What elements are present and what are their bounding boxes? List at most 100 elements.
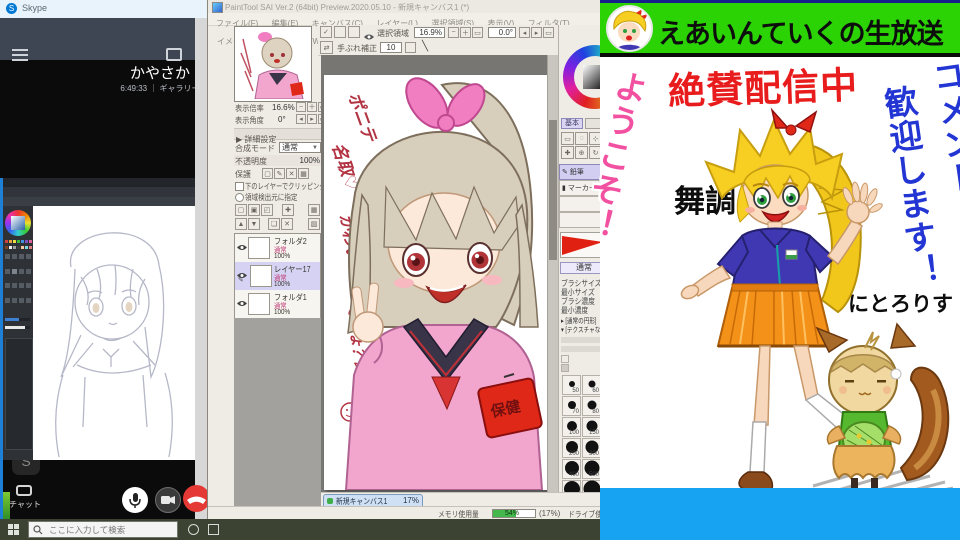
search-input[interactable] (47, 523, 171, 536)
taskbar-search[interactable] (28, 521, 178, 538)
brush-size-cell[interactable]: 60 (582, 375, 601, 395)
mic-icon (129, 493, 141, 508)
view-toggle-icon[interactable] (166, 48, 182, 61)
brush-size-cell[interactable]: 50 (562, 375, 581, 395)
clipping-checkbox[interactable] (235, 182, 244, 191)
rotate-reset-button[interactable]: ▭ (543, 27, 554, 38)
layer-row-folder2[interactable]: ▷ フォルダ2 通常 100% (235, 234, 320, 263)
detect-row[interactable]: 領域検出元に指定 (234, 192, 322, 202)
minipaint-tool-grid[interactable] (5, 254, 32, 310)
opacity-row[interactable]: 不透明度 100% (234, 155, 322, 166)
canvas-page[interactable]: ポニテ 名取♡ かわいい でしょ？ 2020.9.19 (324, 75, 547, 490)
blend-mode-label: 合成モード (235, 144, 275, 153)
task-view-icon[interactable] (208, 524, 219, 535)
layer-delete-button[interactable]: ✕ (281, 218, 293, 230)
hamburger-icon[interactable] (12, 49, 28, 61)
new-layer-button[interactable]: ▢ (235, 204, 247, 216)
brush-size-cell[interactable]: 500 (582, 459, 601, 479)
blend-mode-value: 通常 (282, 143, 298, 152)
protect-label: 保護 (235, 170, 251, 179)
toolbar-toggle-2[interactable] (334, 26, 346, 38)
brush-size-cell[interactable]: 150 (582, 417, 601, 437)
vscroll-thumb[interactable] (549, 120, 557, 260)
lasso-tool[interactable]: ◌ (575, 132, 588, 145)
angle-value-box[interactable]: 0.0° (488, 27, 516, 38)
zoom-in-button[interactable]: ＋ (460, 27, 471, 38)
nav-rotate-cw-button[interactable]: ▸ (307, 114, 317, 124)
move-tool[interactable]: ✚ (561, 146, 574, 159)
rotate-ccw-button[interactable]: ◂ (519, 27, 530, 38)
nav-rotate-ccw-button[interactable]: ◂ (296, 114, 306, 124)
nav-zoom-value: 16.6% (272, 103, 295, 112)
tab-basic[interactable]: 基本 (561, 118, 583, 129)
layer-grid-button[interactable]: ▨ (308, 218, 320, 230)
eye-icon[interactable] (237, 238, 247, 256)
zoom-reset-button[interactable]: ▭ (472, 27, 483, 38)
cortana-icon[interactable] (188, 524, 199, 535)
canvas-area[interactable]: ポニテ 名取♡ かわいい でしょ？ 2020.9.19 (321, 55, 561, 492)
chat-button[interactable]: チャット (8, 485, 48, 515)
banner: えあいんていくの生放送 (600, 0, 960, 57)
protect-pixel-button[interactable]: ✎ (274, 168, 285, 179)
nav-zoom-row: 表示倍率 16.6% − ＋ ▭ (234, 102, 328, 114)
color-wheel-icon[interactable] (5, 210, 31, 236)
start-button[interactable] (8, 524, 19, 535)
protect-position-button[interactable]: ✕ (286, 168, 297, 179)
minipaint-toolbar[interactable] (3, 197, 195, 210)
protect-all-button[interactable]: ▦ (298, 168, 309, 179)
layer-list-empty-area (234, 318, 321, 506)
skype-titlebar[interactable]: S Skype (0, 0, 209, 19)
canvas-artwork: ポニテ 名取♡ かわいい でしょ？ 2020.9.19 (328, 77, 544, 490)
navigator-thumbnail[interactable] (235, 27, 309, 100)
stabilizer-option-button[interactable] (405, 42, 416, 53)
detect-radio[interactable] (235, 193, 244, 202)
layer-copy-button[interactable]: ❏ (268, 218, 280, 230)
layer-down-button[interactable]: ▼ (248, 218, 260, 230)
layer-section-header[interactable]: ▶ 詳細設定 (234, 128, 322, 144)
sai-app-icon (212, 2, 223, 13)
minipaint-titlebar[interactable] (3, 178, 195, 187)
opacity-slider[interactable] (5, 326, 30, 329)
brush-size-cell[interactable]: 80 (582, 396, 601, 416)
toolbar-toggle-1[interactable]: ✓ (320, 26, 332, 38)
layer-row-layer17[interactable]: ✎ レイヤー17 通常 100% (235, 262, 320, 291)
camera-button[interactable] (155, 487, 181, 513)
brush-size-cell[interactable]: 70 (562, 396, 581, 416)
line-tool-icon[interactable]: ╲ (422, 41, 428, 52)
toolbar-toggle-3[interactable] (348, 26, 360, 38)
nav-angle-label: 表示角度 (235, 116, 264, 125)
memory-extra: (17%) (539, 509, 561, 518)
blend-mode-select[interactable]: 通常 ▼ (279, 142, 321, 153)
merge-button[interactable]: ✚ (282, 204, 294, 216)
zoom-value-box[interactable]: 16.9% (414, 27, 445, 38)
zoom-out-button[interactable]: − (448, 27, 459, 38)
selection-eye-icon[interactable] (364, 28, 374, 40)
minipaint-layer-box[interactable] (5, 338, 33, 450)
minipaint-menubar[interactable] (3, 187, 195, 200)
brush-size-slider[interactable] (5, 318, 30, 321)
minipaint-canvas[interactable] (33, 206, 195, 460)
stabilizer-select[interactable]: 10 (380, 42, 402, 53)
streamer-avatar (606, 5, 653, 52)
nav-zoom-in-button[interactable]: ＋ (307, 102, 317, 112)
layer-row-folder1[interactable]: ▷ フォルダ1 通常 100% (235, 290, 320, 319)
clipping-row[interactable]: 下のレイヤーでクリッピング (234, 181, 326, 191)
protect-opacity-button[interactable]: ▢ (262, 168, 273, 179)
eye-icon[interactable] (237, 294, 247, 312)
brush-size-cell[interactable]: 300 (582, 438, 601, 458)
brush-size-cell[interactable]: 400 (562, 459, 581, 479)
brush-size-cell[interactable]: 100 (562, 417, 581, 437)
brush-size-cell[interactable]: 200 (562, 438, 581, 458)
rotate-cw-button[interactable]: ▸ (531, 27, 542, 38)
color-palette[interactable] (5, 240, 32, 250)
sai-titlebar[interactable]: PaintTool SAI Ver.2 (64bit) Preview.2020… (208, 0, 607, 13)
hangup-button[interactable] (183, 485, 210, 512)
mic-button[interactable] (122, 487, 148, 513)
new-mask-button[interactable]: ◰ (261, 204, 273, 216)
new-folder-button[interactable]: ▣ (248, 204, 260, 216)
disabled-checkbox-1 (561, 355, 569, 363)
select-rect-tool[interactable]: ▭ (561, 132, 574, 145)
nav-zoom-out-button[interactable]: − (296, 102, 306, 112)
layer-up-button[interactable]: ▲ (235, 218, 247, 230)
special-button[interactable]: ▦ (308, 204, 320, 216)
